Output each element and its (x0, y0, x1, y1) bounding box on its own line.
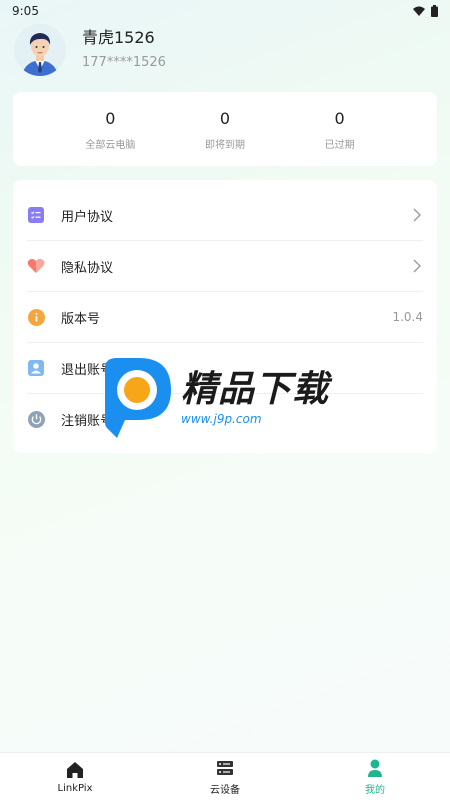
menu-item-label: 用户协议 (61, 209, 114, 225)
list-check-icon (27, 206, 45, 224)
status-time: 9:05 (12, 4, 39, 18)
power-icon (27, 411, 45, 429)
stat-label: 即将到期 (204, 139, 245, 151)
avatar[interactable] (14, 24, 66, 76)
stat-label: 全部云电脑 (85, 139, 136, 151)
nav-label: LinkPix (57, 782, 93, 794)
stat-expiring-soon[interactable]: 0 即将到期 (180, 108, 270, 151)
battery-icon (431, 5, 438, 17)
watermark-logo: 精品下载 www.j9p.com (95, 356, 355, 440)
chevron-right-icon (413, 259, 421, 273)
server-icon (217, 760, 233, 775)
status-bar: 9:05 (0, 0, 450, 22)
watermark-p-logo (105, 358, 171, 438)
stat-all-cloud-pcs[interactable]: 0 全部云电脑 (65, 108, 155, 151)
heart-icon (27, 257, 45, 275)
menu-item-label: 版本号 (61, 311, 101, 327)
person-icon (368, 759, 382, 777)
stat-label: 已过期 (324, 139, 355, 151)
watermark-title: 精品下载 (181, 369, 330, 410)
bottom-nav: LinkPix 云设备 我的 (0, 752, 450, 800)
stat-value: 0 (219, 108, 231, 128)
user-icon (27, 359, 45, 377)
menu-item-label: 隐私协议 (61, 260, 114, 276)
stat-value: 0 (334, 108, 345, 128)
profile-name: 青虎1526 (82, 28, 155, 47)
wifi-icon (413, 6, 425, 16)
info-icon (27, 308, 45, 326)
stat-value: 0 (105, 108, 116, 128)
profile-phone: 177****1526 (82, 55, 166, 70)
nav-tab-mine[interactable]: 我的 (315, 758, 435, 796)
nav-tab-cloud-devices[interactable]: 云设备 (165, 758, 285, 796)
menu-item-version: 版本号 1.0.4 (27, 292, 423, 343)
nav-label: 云设备 (210, 784, 240, 796)
menu-item-user-agreement[interactable]: 用户协议 (27, 190, 423, 241)
profile-header: 青虎1526 177****1526 (14, 22, 414, 78)
home-icon (67, 761, 83, 778)
menu-item-privacy-policy[interactable]: 隐私协议 (27, 241, 423, 292)
version-value: 1.0.4 (392, 310, 423, 324)
nav-tab-linkpix[interactable]: LinkPix (15, 760, 135, 794)
watermark-url: www.j9p.com (181, 412, 262, 426)
stat-expired[interactable]: 0 已过期 (295, 108, 385, 151)
nav-label: 我的 (365, 784, 385, 796)
stats-card: 0 全部云电脑 0 即将到期 0 已过期 (13, 92, 437, 166)
chevron-right-icon (413, 208, 421, 222)
status-icons (413, 5, 438, 17)
